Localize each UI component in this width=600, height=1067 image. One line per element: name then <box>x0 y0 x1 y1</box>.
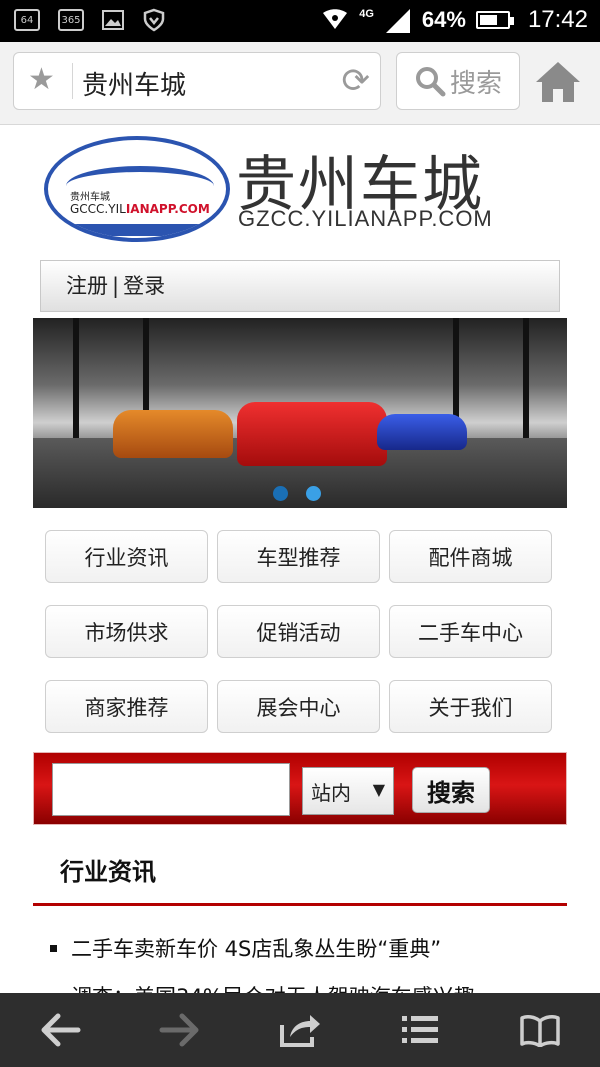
nav-parts-mall[interactable]: 配件商城 <box>389 530 552 583</box>
news-section-title: 行业资讯 <box>60 858 156 886</box>
site-search-bar: 站内 ▼ 搜索 <box>33 752 567 825</box>
nav-model-recommend[interactable]: 车型推荐 <box>217 530 380 583</box>
dropdown-arrow-icon: ▼ <box>372 780 385 799</box>
site-logo[interactable]: 贵州车城 GCCC.YILIANAPP.COM <box>44 136 230 242</box>
menu-icon <box>402 1016 438 1043</box>
browser-toolbar <box>0 993 600 1067</box>
logo-small-text: 贵州车城 <box>70 192 110 203</box>
search-scope-select[interactable]: 站内 ▼ <box>302 767 394 815</box>
banner-car-orange <box>113 410 233 458</box>
logo-domain-prefix: GCCC.YIL <box>70 202 126 216</box>
site-search-input[interactable] <box>52 763 290 816</box>
notification-365-icon: 365 <box>58 9 84 31</box>
logo-bar <box>56 224 226 236</box>
url-field[interactable]: ★ 贵州车城 ⟳ <box>13 52 381 110</box>
login-link[interactable]: 登录 <box>123 261 165 311</box>
carousel-dot-1[interactable] <box>273 486 288 501</box>
share-icon <box>280 1015 320 1047</box>
bookmark-star-icon[interactable]: ★ <box>28 65 55 95</box>
browser-address-bar: ★ 贵州车城 ⟳ 搜索 <box>0 42 600 125</box>
network-type: 4G <box>359 8 374 20</box>
browser-search-label: 搜索 <box>449 68 502 99</box>
carousel-indicators <box>273 486 321 501</box>
banner-carousel[interactable] <box>33 318 567 508</box>
nav-used-car-center[interactable]: 二手车中心 <box>389 605 552 658</box>
category-nav: 行业资讯 车型推荐 配件商城 市场供求 促销活动 二手车中心 商家推荐 展会中心… <box>45 530 553 733</box>
browser-search-button[interactable]: 搜索 <box>396 52 520 110</box>
carousel-dot-2[interactable] <box>306 486 321 501</box>
nav-market-supply[interactable]: 市场供求 <box>45 605 208 658</box>
login-bar: 注册 | 登录 <box>40 260 560 312</box>
magnifier-icon <box>415 67 446 97</box>
back-icon <box>41 1013 81 1047</box>
nav-promotions[interactable]: 促销活动 <box>217 605 380 658</box>
home-icon[interactable] <box>534 60 582 104</box>
site-url: GZCC.YILIANAPP.COM <box>238 206 493 231</box>
logo-domain-suffix: IANAPP.COM <box>125 202 210 216</box>
wifi-icon <box>323 9 348 29</box>
banner-car-blue <box>377 414 467 450</box>
forward-button[interactable] <box>150 1005 210 1055</box>
bullet-icon <box>50 944 57 952</box>
status-bar: 64 365 4G 64% 17:42 <box>0 0 600 42</box>
menu-button[interactable] <box>390 1005 450 1055</box>
news-divider <box>33 903 567 906</box>
logo-domain-text: GCCC.YILIANAPP.COM <box>70 202 210 216</box>
image-icon <box>102 10 124 30</box>
url-text[interactable]: 贵州车城 <box>82 65 186 102</box>
url-divider <box>72 63 73 99</box>
bookmarks-button[interactable] <box>510 1005 570 1055</box>
share-button[interactable] <box>270 1005 330 1055</box>
site-search-button[interactable]: 搜索 <box>412 767 490 813</box>
search-scope-value: 站内 <box>311 780 351 805</box>
battery-icon <box>475 11 514 29</box>
nav-exhibition-center[interactable]: 展会中心 <box>217 680 380 733</box>
shield-icon <box>143 8 165 32</box>
banner-car-red <box>237 402 387 466</box>
nav-dealer-recommend[interactable]: 商家推荐 <box>45 680 208 733</box>
news-item[interactable]: 二手车卖新车价 4S店乱象丛生盼“重典” <box>50 924 570 972</box>
reload-icon[interactable]: ⟳ <box>342 61 371 101</box>
notification-64-icon: 64 <box>14 9 40 31</box>
signal-icon <box>385 9 410 33</box>
nav-about-us[interactable]: 关于我们 <box>389 680 552 733</box>
clock: 17:42 <box>527 6 588 33</box>
register-link[interactable]: 注册 <box>66 261 108 311</box>
login-separator: | <box>112 274 120 298</box>
back-button[interactable] <box>30 1005 90 1055</box>
nav-industry-news[interactable]: 行业资讯 <box>45 530 208 583</box>
news-item-title[interactable]: 二手车卖新车价 4S店乱象丛生盼“重典” <box>71 933 441 963</box>
bookmarks-icon <box>520 1015 560 1047</box>
forward-icon <box>159 1013 199 1047</box>
battery-percent: 64% <box>421 7 466 32</box>
